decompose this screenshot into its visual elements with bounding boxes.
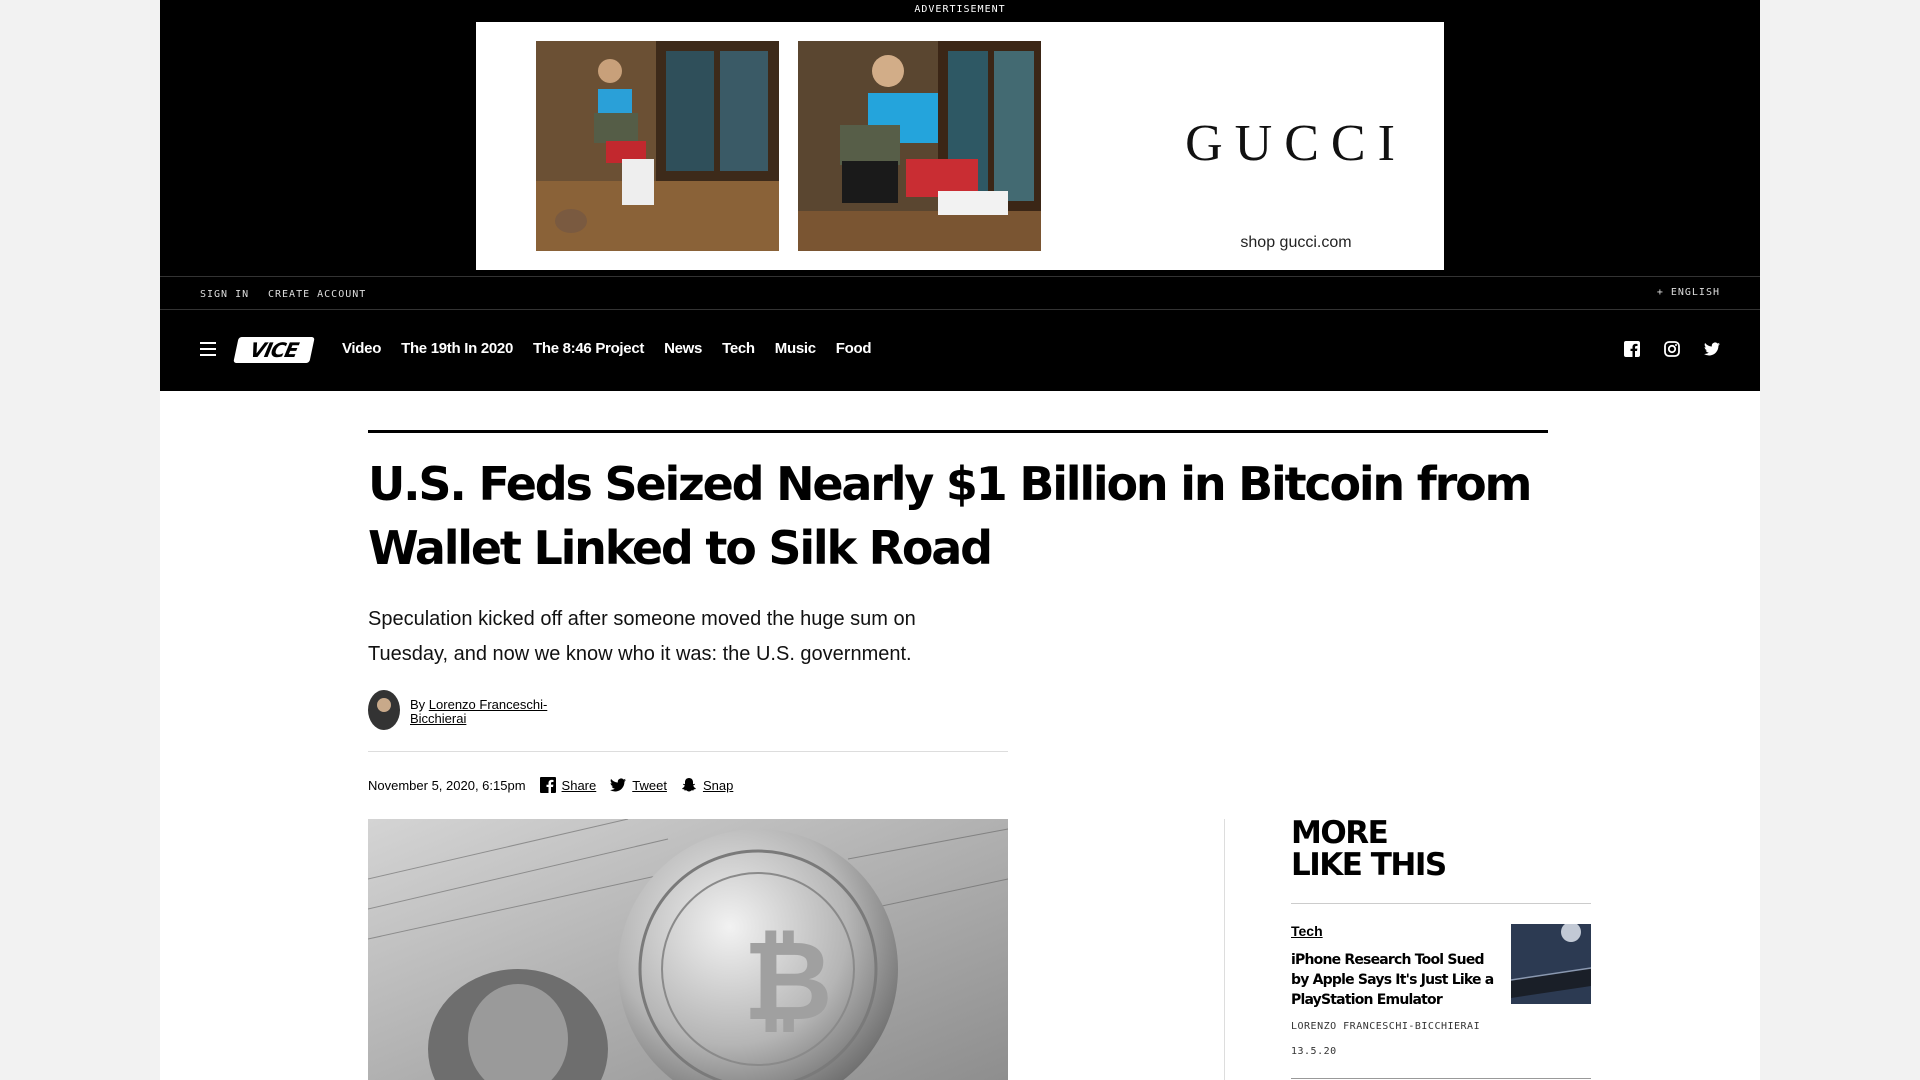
- ad-area: ADVERTISEMENT GUCCI shop gucci.com: [160, 0, 1760, 276]
- article-meta: November 5, 2020, 6:15pm Share Tweet Sna…: [368, 777, 733, 793]
- instagram-icon[interactable]: [1664, 341, 1680, 357]
- nav-link-video[interactable]: Video: [342, 340, 381, 357]
- hero-image: ₿: [368, 819, 1008, 1080]
- share-label: Share: [561, 777, 597, 793]
- card-thumbnail[interactable]: [1511, 924, 1591, 1004]
- divider: [368, 751, 1008, 752]
- article-headline: U.S. Feds Seized Nearly $1 Billion in Bi…: [368, 457, 1532, 575]
- byline-text: By Lorenzo Franceschi-Bicchierai: [410, 698, 560, 726]
- create-account-link[interactable]: CREATE ACCOUNT: [268, 289, 366, 300]
- nav-link-tech[interactable]: Tech: [722, 340, 755, 357]
- nav-link-846-project[interactable]: The 8:46 Project: [533, 340, 644, 357]
- headline-rule: [368, 430, 1548, 433]
- ad-photo-2[interactable]: [798, 41, 1041, 251]
- vice-logo[interactable]: VICE: [233, 337, 315, 363]
- publish-date: November 5, 2020, 6:15pm: [368, 777, 526, 793]
- social-links: [1624, 341, 1720, 357]
- card-date: 13.5.20: [1291, 1046, 1337, 1057]
- utility-bar: SIGN IN CREATE ACCOUNT + ENGLISH: [160, 276, 1760, 310]
- author-avatar[interactable]: [368, 690, 400, 730]
- card-category-link[interactable]: Tech: [1291, 923, 1323, 939]
- snap-label: Snap: [702, 777, 734, 793]
- sidebar-divider: [1224, 819, 1225, 1080]
- facebook-icon[interactable]: [1624, 341, 1640, 357]
- facebook-icon: [539, 777, 556, 793]
- nav-link-music[interactable]: Music: [775, 340, 816, 357]
- article-dek: Speculation kicked off after someone mov…: [368, 608, 916, 665]
- ad-cta[interactable]: shop gucci.com: [1096, 234, 1496, 252]
- language-selector[interactable]: + ENGLISH: [1657, 287, 1720, 298]
- share-snapchat-button[interactable]: Snap: [681, 777, 733, 793]
- more-like-this-heading: MORE LIKE THIS: [1291, 817, 1591, 881]
- main-nav: VICE Video The 19th In 2020 The 8:46 Pro…: [160, 310, 1760, 391]
- share-facebook-button[interactable]: Share: [539, 777, 597, 793]
- share-twitter-button[interactable]: Tweet: [610, 777, 667, 793]
- twitter-icon[interactable]: [1704, 341, 1720, 357]
- byline: By Lorenzo Franceschi-Bicchierai: [368, 690, 560, 730]
- page: ADVERTISEMENT GUCCI shop gucci.com SIGN …: [160, 0, 1760, 1080]
- ad-photo-1[interactable]: [536, 41, 779, 251]
- sign-in-link[interactable]: SIGN IN: [200, 289, 249, 300]
- card-author: LORENZO FRANCESCHI-BICCHIERAI: [1291, 1021, 1481, 1032]
- nav-links: Video The 19th In 2020 The 8:46 Project …: [342, 340, 872, 357]
- ad-banner[interactable]: GUCCI shop gucci.com: [476, 22, 1444, 270]
- nav-link-the-19th[interactable]: The 19th In 2020: [401, 340, 513, 357]
- author-link[interactable]: Lorenzo Franceschi-Bicchierai: [410, 697, 547, 726]
- ad-label: ADVERTISEMENT: [914, 4, 1006, 15]
- heading-line-2: LIKE THIS: [1291, 847, 1447, 883]
- heading-line-1: MORE: [1291, 815, 1389, 851]
- nav-link-news[interactable]: News: [664, 340, 702, 357]
- nav-link-food[interactable]: Food: [836, 340, 872, 357]
- byline-prefix: By: [410, 697, 426, 712]
- card-title-link[interactable]: iPhone Research Tool Sued by Apple Says …: [1291, 950, 1501, 1010]
- card-divider: [1291, 1078, 1591, 1079]
- twitter-icon: [610, 778, 627, 792]
- hamburger-menu-icon[interactable]: [200, 342, 216, 356]
- ad-brand-logo[interactable]: GUCCI: [1096, 114, 1496, 173]
- svg-text:₿: ₿: [743, 917, 833, 1045]
- sidebar-rule: [1291, 903, 1591, 904]
- snapchat-icon: [682, 778, 696, 792]
- tweet-label: Tweet: [632, 777, 667, 793]
